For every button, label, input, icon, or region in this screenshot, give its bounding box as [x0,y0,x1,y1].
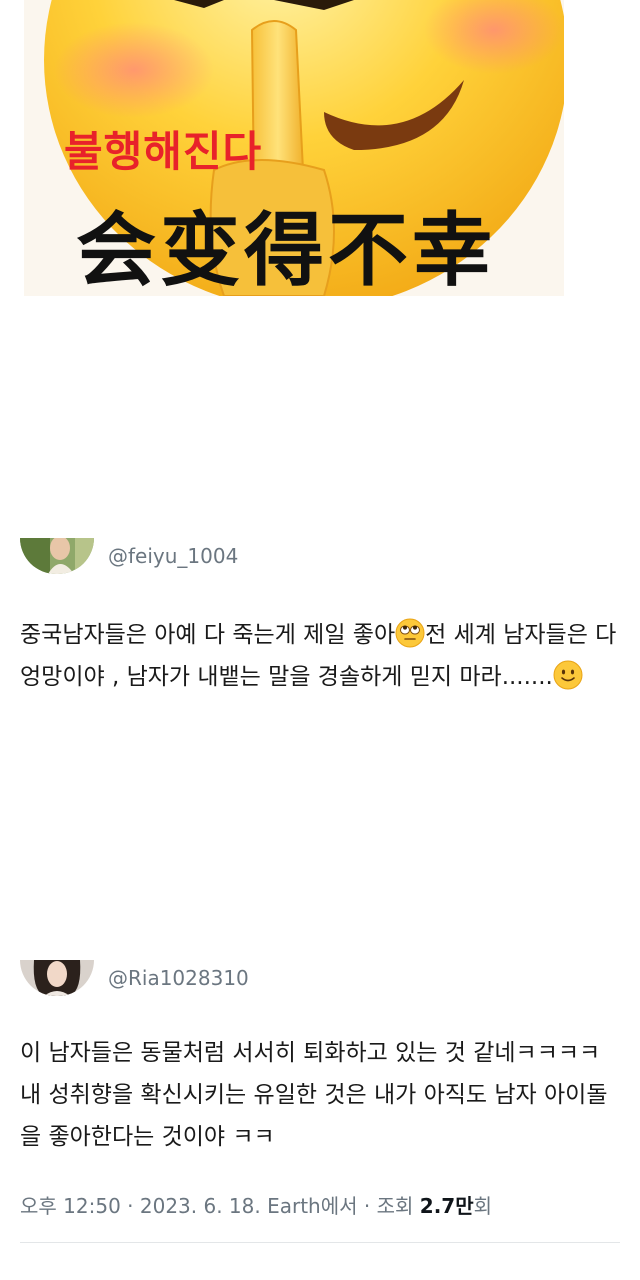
tweet-text-ria: 이 남자들은 동물처럼 서서히 퇴화하고 있는 것 같네ㅋㅋㅋㅋ 내 성취향을 … [20,1040,608,1150]
tweet-handle[interactable]: @feiyu_1004 [108,544,238,568]
avatar-ria[interactable] [20,960,94,996]
divider [20,1242,620,1243]
tweet-time[interactable]: 오후 12:50 [20,1194,121,1218]
tweet-handle[interactable]: @Ria1028310 [108,966,249,990]
tweet-source: Earth에서 [267,1194,358,1218]
meme-caption-chinese: 会变得不幸 [76,204,496,296]
views-count: 2.7만 [419,1194,474,1218]
views-suffix: 회 [473,1194,493,1218]
face-with-rolling-eyes-icon [395,618,425,648]
tweet-header-feiyu: @feiyu_1004 [20,538,238,574]
tweet-text-feiyu: 중국남자들은 아예 다 죽는게 제일 좋아 전 세계 남자들은 다 엉망이야 , … [20,614,624,698]
meme-image[interactable]: 불행해진다 会变得不幸 [24,0,564,296]
tweet-meta: 오후 12:50 · 2023. 6. 18. Earth에서 · 조회 2.7… [20,1194,493,1218]
views-label: 조회 [376,1194,414,1218]
avatar-feiyu[interactable] [20,538,94,574]
tweet-date[interactable]: 2023. 6. 18. [140,1194,261,1218]
avatar-photo-icon [20,960,94,996]
avatar-photo-icon [20,538,94,574]
meme-caption-korean: 불행해진다 [64,127,263,176]
slightly-smiling-face-icon [553,660,583,690]
tweet-header-ria: @Ria1028310 [20,960,249,996]
tweet-text-part: 중국남자들은 아예 다 죽는게 제일 좋아 [20,622,396,648]
